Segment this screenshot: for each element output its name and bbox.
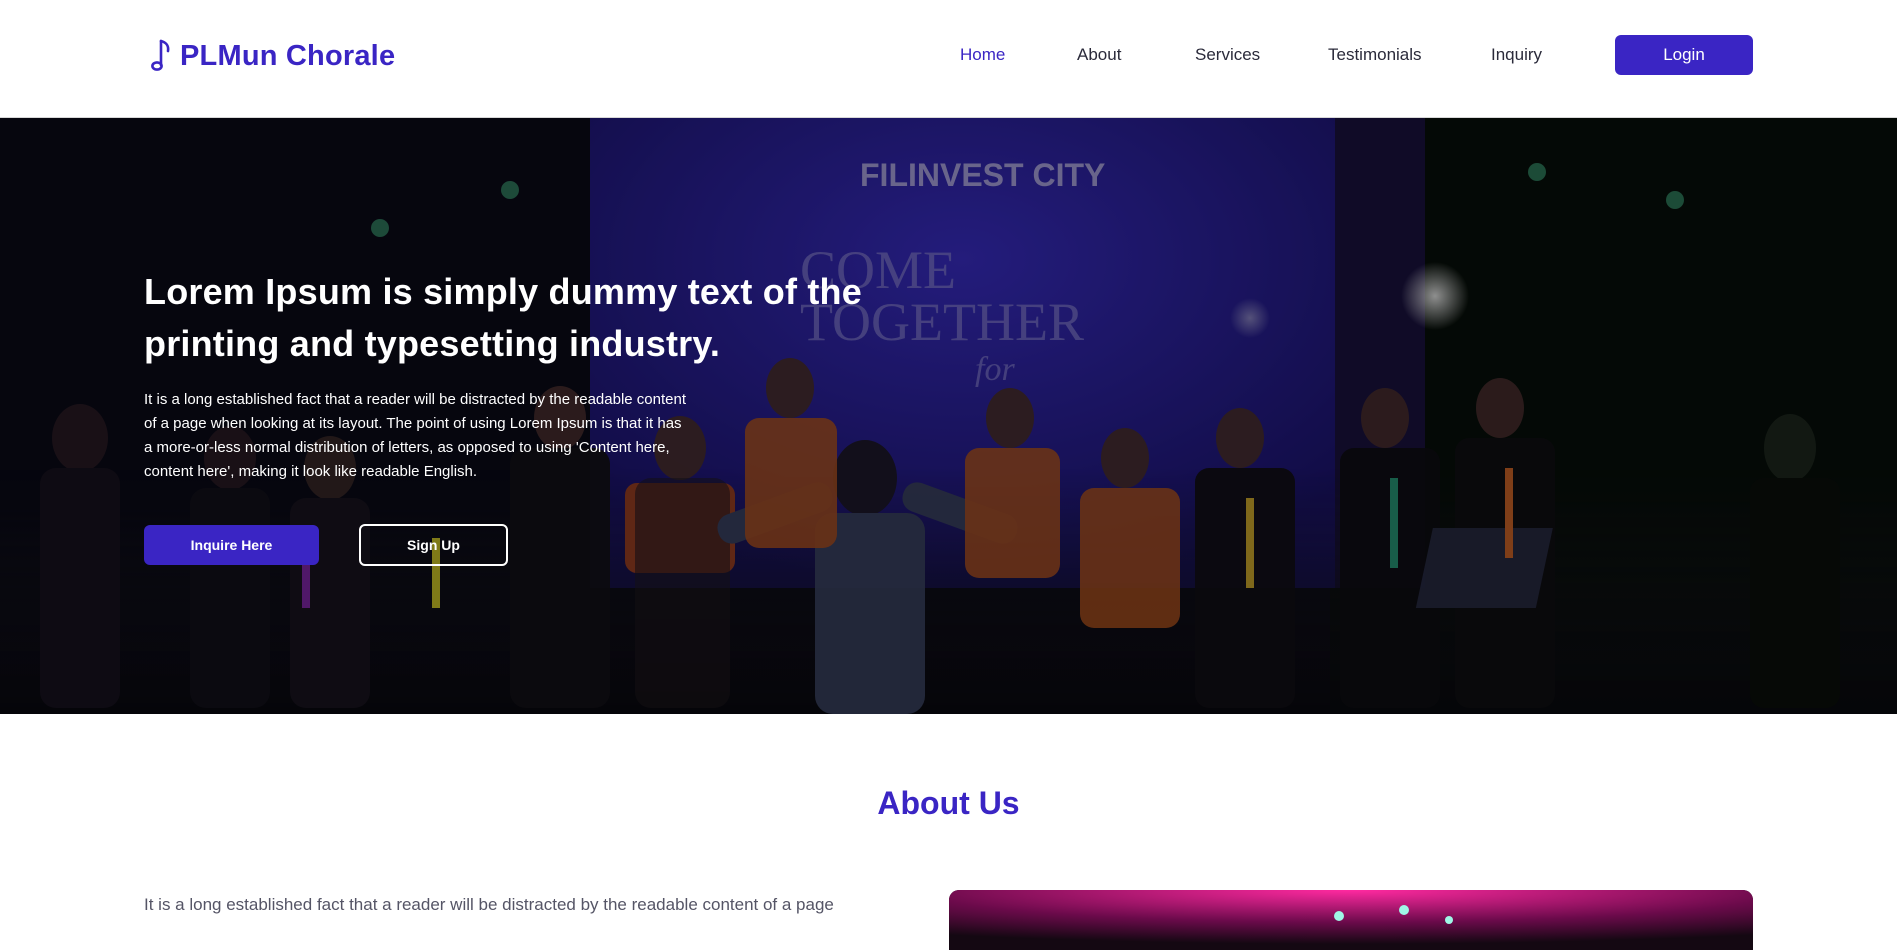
about-section-title: About Us — [877, 785, 1020, 821]
nav-link-inquiry[interactable]: Inquiry — [1491, 36, 1542, 74]
main-nav: Home About Services Testimonials Inquiry — [0, 36, 1897, 74]
sign-up-button[interactable]: Sign Up — [359, 524, 508, 566]
nav-link-home[interactable]: Home — [960, 36, 1005, 74]
nav-link-about[interactable]: About — [1077, 36, 1121, 74]
hero-description: It is a long established fact that a rea… — [144, 391, 686, 480]
nav-link-testimonials[interactable]: Testimonials — [1328, 36, 1422, 74]
login-button[interactable]: Login — [1615, 35, 1753, 75]
about-description: It is a long established fact that a rea… — [144, 895, 834, 914]
hero-section: FILINVEST CITY COME TOGETHER for Lorem I… — [0, 118, 1897, 714]
hero-actions: Inquire Here Sign Up — [144, 524, 508, 566]
inquire-here-button[interactable]: Inquire Here — [144, 525, 319, 565]
site-header: PLMun Chorale Home About Services Testim… — [0, 0, 1897, 118]
hero-title: Lorem Ipsum is simply dummy text of the … — [144, 271, 862, 364]
hero-content: Lorem Ipsum is simply dummy text of the … — [144, 266, 864, 484]
about-image — [949, 890, 1753, 950]
nav-link-services[interactable]: Services — [1195, 36, 1260, 74]
about-image-graphic — [949, 890, 1753, 950]
